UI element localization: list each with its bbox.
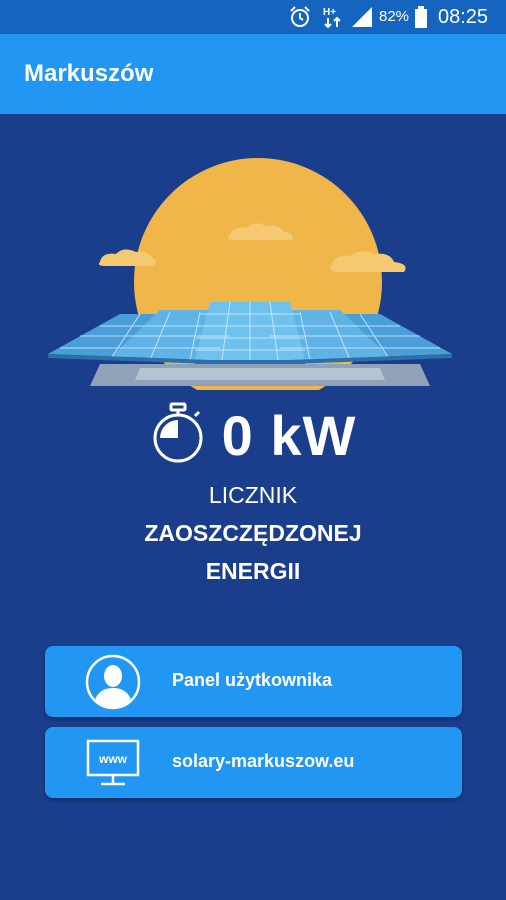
user-panel-button[interactable]: Panel użytkownika xyxy=(45,646,462,717)
hero-illustration xyxy=(40,154,466,406)
website-label: solary-markuszow.eu xyxy=(172,751,355,771)
stopwatch-icon xyxy=(150,402,206,469)
counter-label-line2: ZAOSZCZĘDZONEJ xyxy=(144,520,362,546)
signal-icon xyxy=(350,5,374,34)
data-arrows-icon: H+ xyxy=(322,5,346,34)
www-monitor-icon: www xyxy=(85,735,141,791)
user-panel-label: Panel użytkownika xyxy=(172,670,333,690)
app-title: Markuszów xyxy=(24,60,154,87)
clock: 08:25 xyxy=(438,6,489,28)
website-button[interactable]: www solary-markuszow.eu xyxy=(45,727,462,798)
svg-text:www: www xyxy=(98,752,128,766)
battery-percent: 82% xyxy=(379,8,410,25)
energy-counter: 0 kW xyxy=(0,400,506,470)
svg-text:H+: H+ xyxy=(323,7,336,18)
app-bar: Markuszów xyxy=(0,34,506,114)
counter-value: 0 kW xyxy=(221,403,357,467)
main-content: 0 kW LICZNIK ZAOSZCZĘDZONEJ ENERGII Pane… xyxy=(0,114,506,900)
user-avatar-icon xyxy=(85,654,141,710)
counter-label-line3: ENERGII xyxy=(205,558,301,584)
status-bar: H+ 82% 08:25 xyxy=(0,0,506,34)
counter-label-line1: LICZNIK xyxy=(208,482,298,508)
sun-solar-panels-illustration xyxy=(46,158,454,406)
battery-icon xyxy=(414,5,428,34)
alarm-icon xyxy=(288,5,312,34)
